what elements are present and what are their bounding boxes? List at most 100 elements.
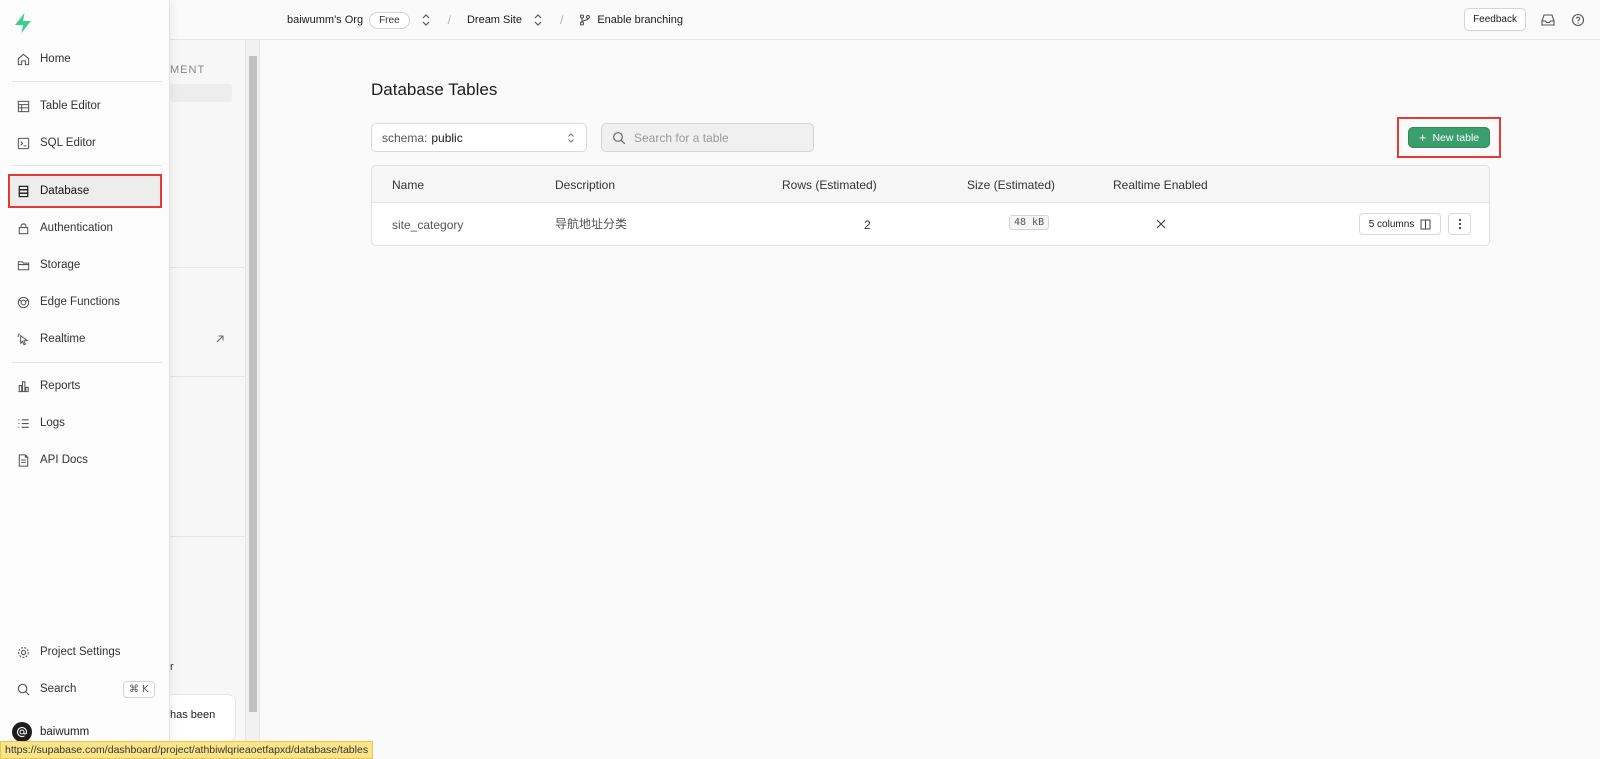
highlight-database (8, 174, 162, 208)
search-icon (613, 131, 626, 144)
column-header-description: Description (555, 178, 616, 192)
sidebar-item-label: Table Editor (40, 100, 101, 112)
submenu-divider (170, 267, 246, 268)
sidebar-item-table-editor[interactable]: Table Editor (8, 90, 162, 122)
sidebar-item-label: Realtime (40, 333, 86, 345)
submenu-text-fragment: r (170, 661, 174, 673)
chevron-updown-icon[interactable] (532, 13, 544, 27)
sidebar-item-edge-functions[interactable]: Edge Functions (8, 286, 162, 318)
search-input[interactable] (634, 130, 804, 145)
file-icon (18, 453, 29, 467)
columns-button[interactable]: 5 columns (1359, 213, 1441, 235)
sidebar-item-label: Project Settings (40, 646, 121, 658)
git-branch-icon (580, 14, 591, 26)
breadcrumb: baiwumm's Org Free / Dream Site / Enable… (287, 0, 683, 40)
sidebar-item-logs[interactable]: Logs (8, 407, 162, 439)
sidebar-item-realtime[interactable]: Realtime (8, 323, 162, 355)
table-icon (17, 100, 30, 112)
home-icon (17, 53, 30, 65)
sidebar-divider (12, 165, 162, 166)
sidebar-item-label: Home (40, 53, 71, 65)
table-header (372, 166, 1489, 203)
chevron-updown-icon[interactable] (420, 13, 432, 27)
avatar (12, 722, 32, 742)
enable-branching-button[interactable]: Enable branching (579, 14, 683, 26)
submenu-section-title: MENT (170, 64, 206, 76)
plan-badge: Free (369, 11, 410, 29)
page-title: Database Tables (371, 80, 498, 99)
cursor-icon (17, 332, 29, 345)
sidebar-divider (12, 362, 162, 363)
tables-list: Name Description Rows (Estimated) Size (… (371, 165, 1490, 246)
sidebar-item-label: Authentication (40, 222, 113, 234)
at-icon (17, 727, 28, 737)
sidebar-item-label: Logs (40, 417, 65, 429)
gear-icon (18, 646, 29, 658)
top-bar: baiwumm's Org Free / Dream Site / Enable… (170, 0, 1600, 40)
sidebar-item-label: API Docs (40, 454, 88, 466)
inbox-icon[interactable] (1540, 12, 1556, 28)
search-icon (17, 683, 30, 696)
column-header-realtime: Realtime Enabled (1113, 178, 1208, 192)
edge-functions-icon (17, 296, 30, 308)
table-search[interactable] (601, 123, 814, 152)
table-size: 48 kB (1009, 215, 1050, 230)
list-icon (18, 418, 29, 428)
sidebar-item-label: Edge Functions (40, 296, 120, 308)
schema-value: public (431, 130, 463, 145)
sidebar-divider (12, 81, 162, 82)
sidebar-item-home[interactable]: Home (8, 43, 162, 75)
schema-selector[interactable]: schema: public (371, 123, 587, 152)
org-name[interactable]: baiwumm's Org (287, 14, 363, 26)
feedback-button[interactable]: Feedback (1464, 8, 1526, 31)
sidebar-item-reports[interactable]: Reports (8, 370, 162, 402)
top-right-actions: Feedback (1464, 8, 1586, 31)
terminal-icon (17, 137, 30, 149)
toast-text: has been (170, 709, 216, 721)
sidebar-item-label: SQL Editor (40, 137, 96, 149)
sidebar-item-sql-editor[interactable]: SQL Editor (8, 127, 162, 159)
sidebar-item-storage[interactable]: Storage (8, 249, 162, 281)
main-sidebar: Home Table Editor SQL Editor Database Au… (0, 0, 170, 759)
submenu-divider (170, 376, 246, 377)
table-description: 导航地址分类 (555, 217, 628, 231)
scrollbar[interactable] (246, 40, 260, 759)
status-bar-url: https://supabase.com/dashboard/project/a… (0, 741, 374, 759)
lock-icon (18, 222, 29, 234)
close-icon (1156, 219, 1166, 229)
table-rows-count: 2 (864, 218, 871, 232)
project-name[interactable]: Dream Site (467, 14, 522, 26)
search-shortcut: ⌘ K (123, 681, 155, 698)
chevron-updown-icon (568, 133, 574, 143)
toast-notification: has been (170, 694, 236, 742)
highlight-new-table (1397, 117, 1501, 158)
submenu-active-item[interactable] (170, 84, 232, 102)
enable-branching-label: Enable branching (597, 14, 683, 26)
folder-icon (17, 260, 30, 270)
submenu-divider (170, 536, 246, 537)
sidebar-item-authentication[interactable]: Authentication (8, 212, 162, 244)
table-name[interactable]: site_category (392, 218, 463, 232)
schema-prefix: schema: (382, 130, 428, 145)
sidebar-item-label: Storage (40, 259, 81, 271)
sidebar-item-label: Reports (40, 380, 81, 392)
more-vertical-icon (1458, 218, 1461, 230)
sidebar-item-project-settings[interactable]: Project Settings (8, 636, 162, 668)
chart-icon (18, 380, 29, 392)
more-options-button[interactable] (1448, 213, 1471, 235)
supabase-logo-icon[interactable] (12, 12, 34, 34)
user-name: baiwumm (40, 726, 90, 738)
help-icon[interactable] (1570, 12, 1586, 28)
sidebar-item-label: Search (40, 683, 77, 695)
column-header-size: Size (Estimated) (967, 178, 1056, 192)
breadcrumb-separator: / (560, 13, 564, 27)
user-profile[interactable]: baiwumm (12, 722, 89, 742)
breadcrumb-separator: / (447, 13, 451, 27)
column-header-rows: Rows (Estimated) (782, 178, 877, 192)
database-submenu: MENT r (170, 40, 246, 759)
columns-button-label: 5 columns (1368, 218, 1415, 230)
external-link-icon[interactable] (214, 333, 226, 345)
column-header-name: Name (392, 178, 425, 192)
sidebar-item-api-docs[interactable]: API Docs (8, 444, 162, 476)
scrollbar-thumb[interactable] (249, 56, 257, 712)
